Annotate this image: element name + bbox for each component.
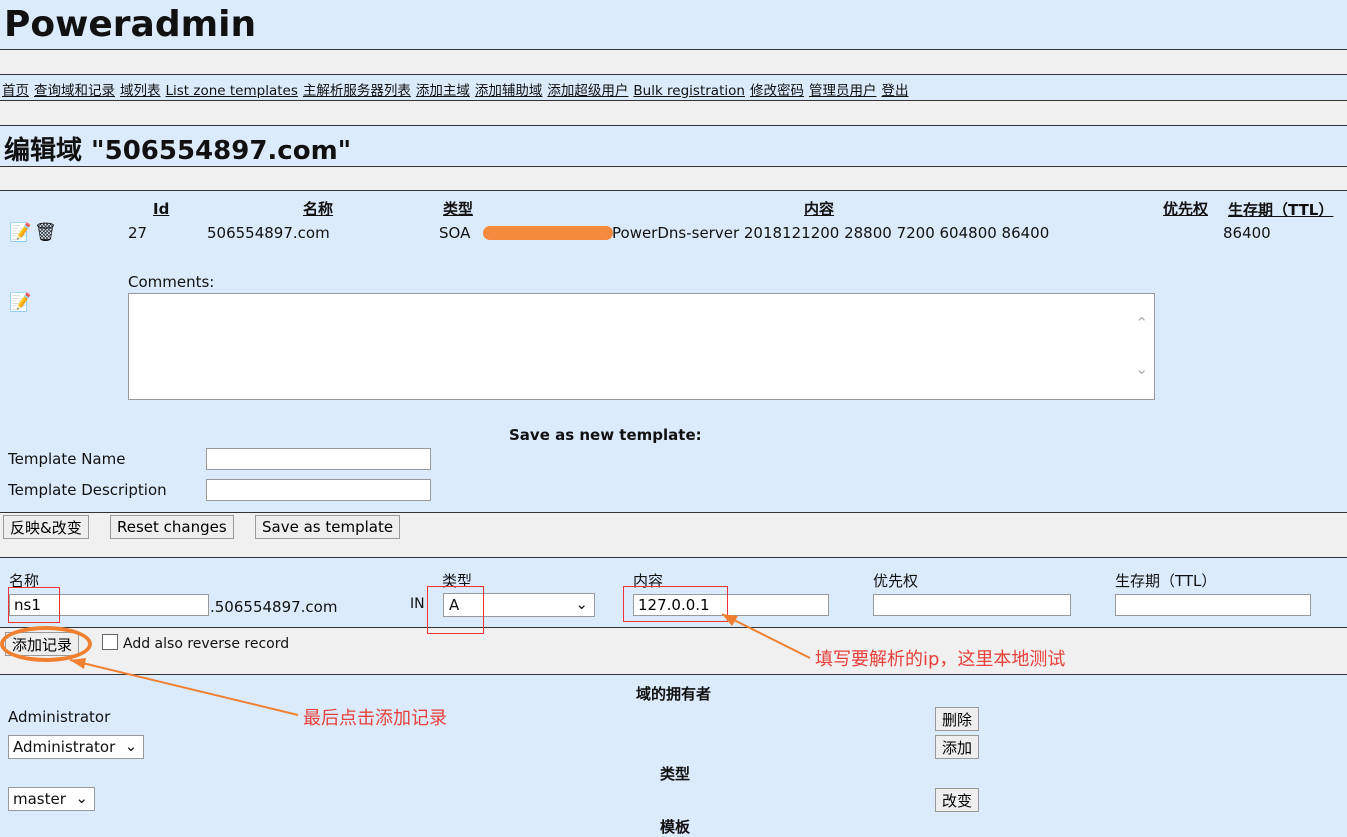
ip-note: 填写要解析的ip，这里本地测试 [815,649,1066,670]
arrow-line [69,659,299,716]
click-note: 最后点击添加记录 [303,708,447,729]
arrow-head [722,614,738,626]
annotation-arrows [69,613,811,716]
